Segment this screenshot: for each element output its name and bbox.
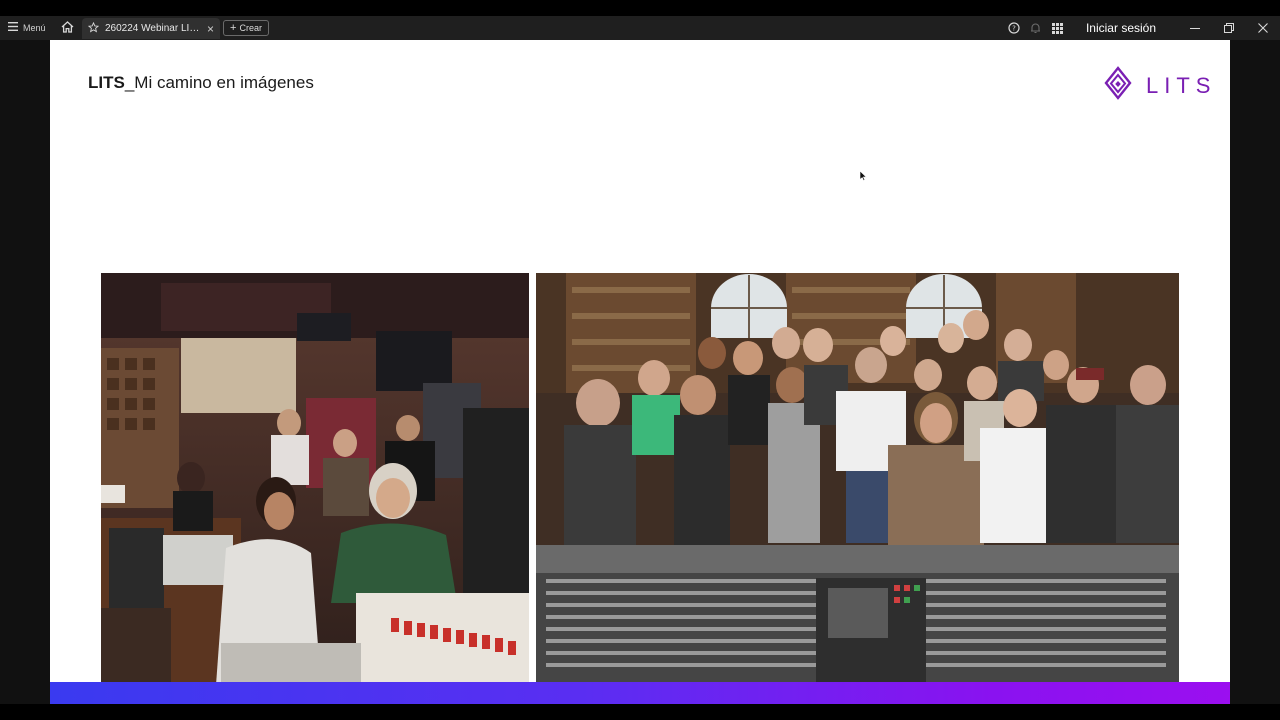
slide-title-brand: LITS — [88, 73, 125, 92]
tab-webinar[interactable]: 260224 Webinar LIT... × — [82, 18, 220, 39]
presentation-slide: LITS_Mi camino en imágenes LITS — [50, 40, 1230, 704]
accent-gradient-bar — [50, 682, 1230, 704]
lits-logo: LITS — [1104, 66, 1216, 105]
toolbar-right: ? Iniciar sesión — [1006, 16, 1280, 40]
create-label: Crear — [239, 23, 262, 33]
star-icon[interactable] — [87, 21, 100, 36]
home-button[interactable] — [58, 20, 76, 36]
help-icon[interactable]: ? — [1006, 20, 1022, 36]
bell-icon[interactable] — [1028, 20, 1044, 36]
tab-title: 260224 Webinar LIT... — [105, 23, 201, 34]
plus-icon: + — [230, 22, 237, 34]
app-toolbar: Menú 260224 Webinar LIT... × + Crear ? I… — [0, 16, 1280, 40]
slide-title-text: _Mi camino en imágenes — [124, 73, 314, 92]
lits-emblem-icon — [1104, 66, 1132, 105]
restore-button[interactable] — [1212, 16, 1246, 40]
signin-button[interactable]: Iniciar sesión — [1086, 21, 1156, 35]
logo-wordmark: LITS — [1146, 72, 1217, 98]
close-window-button[interactable] — [1246, 16, 1280, 40]
hamburger-icon — [8, 22, 18, 34]
svg-text:?: ? — [1012, 25, 1016, 33]
home-icon — [61, 20, 74, 36]
recording-studio-photo — [101, 273, 529, 685]
group-console-photo — [536, 273, 1179, 685]
top-letterbox — [0, 0, 1280, 16]
menu-button[interactable]: Menú — [8, 20, 46, 36]
minimize-button[interactable] — [1178, 16, 1212, 40]
menu-label: Menú — [23, 23, 46, 33]
slide-title: LITS_Mi camino en imágenes — [88, 73, 314, 93]
mouse-pointer-icon — [859, 168, 868, 186]
apps-grid-icon[interactable] — [1050, 20, 1066, 36]
bottom-letterbox — [0, 704, 1280, 720]
create-button[interactable]: + Crear — [223, 20, 269, 36]
close-icon[interactable]: × — [207, 22, 214, 36]
